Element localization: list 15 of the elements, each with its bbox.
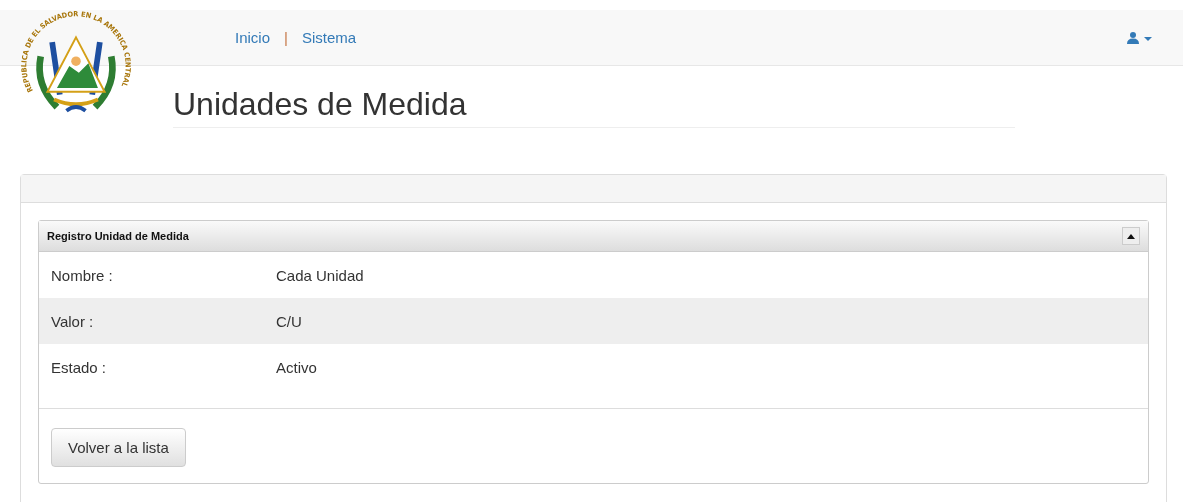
nav-link[interactable]: Inicio — [235, 29, 271, 46]
collapse-toggle-button[interactable] — [1122, 227, 1140, 246]
field-label: Nombre : — [51, 266, 114, 284]
field-label: Estado : — [51, 358, 108, 376]
nav-link[interactable]: Sistema — [301, 29, 357, 46]
field-label: Valor : — [51, 312, 95, 330]
back-to-list-button[interactable]: Volver a la lista — [51, 428, 186, 468]
field-value: Cada Unidad — [276, 266, 364, 284]
triangle-up-icon — [1127, 233, 1135, 239]
user-menu-button[interactable] — [1125, 29, 1155, 46]
nav-separator: | — [284, 29, 288, 46]
field-value: C/U — [276, 312, 302, 330]
field-value: Activo — [276, 358, 317, 376]
page-title: Unidades de Medida — [173, 85, 1015, 129]
record-panel-title: Registro Unidad de Medida — [47, 230, 189, 243]
